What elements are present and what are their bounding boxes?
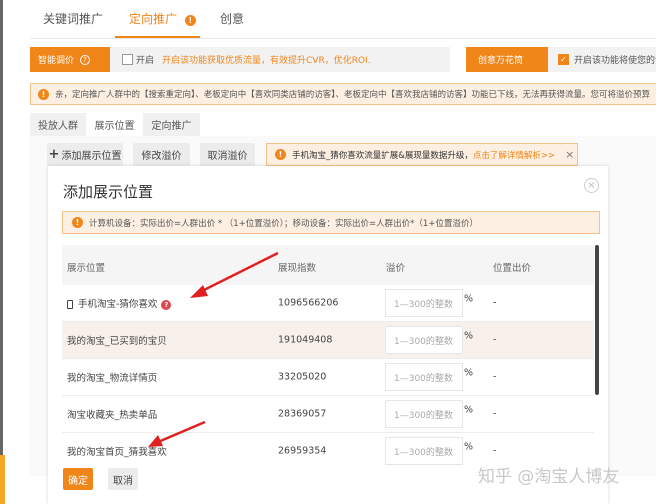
red-arrow <box>190 253 278 298</box>
red-arrow <box>148 422 205 447</box>
annotation-arrows <box>0 0 656 504</box>
